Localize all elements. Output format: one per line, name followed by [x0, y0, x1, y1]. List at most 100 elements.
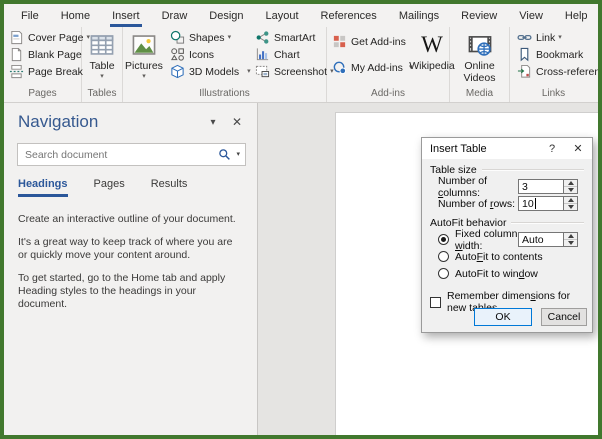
menu-tab-help[interactable]: Help [554, 4, 598, 27]
my-add-ins-icon [332, 60, 347, 75]
pictures-label: Pictures [125, 60, 163, 72]
pane-options-chevron-icon[interactable]: ▾ [201, 117, 225, 128]
blank-page-icon [9, 47, 24, 62]
tab-pages[interactable]: Pages [94, 178, 125, 197]
3d-models-label: 3D Models [188, 65, 240, 78]
menu-tab-review[interactable]: Review [450, 4, 508, 27]
smartart-icon [255, 30, 270, 45]
menu-tab-layout[interactable]: Layout [255, 4, 310, 27]
pictures-button[interactable]: Pictures ▾ [123, 29, 165, 88]
dialog-close-button[interactable]: ✕ [564, 142, 592, 155]
page-break-icon [9, 64, 24, 79]
chevron-down-icon: ▾ [142, 73, 146, 80]
tab-headings[interactable]: Headings [18, 178, 68, 197]
3d-models-icon [170, 64, 185, 79]
wikipedia-icon: W [421, 32, 443, 57]
pane-close-icon[interactable]: ✕ [225, 115, 249, 129]
wikipedia-label: Wikipedia [409, 60, 455, 72]
page-break-label: Page Break [28, 65, 83, 78]
chart-button[interactable]: Chart [253, 46, 329, 63]
search-input[interactable] [23, 147, 219, 162]
fixed-width-input[interactable]: Auto [518, 232, 563, 247]
my-add-ins-label: My Add-ins [351, 61, 403, 74]
my-add-ins-button[interactable]: My Add-ins ▾ [330, 59, 412, 76]
menu-tab-file[interactable]: File [10, 4, 50, 27]
icons-icon [170, 47, 185, 62]
table-button[interactable]: Table ▾ [87, 29, 117, 88]
menu-tab-design[interactable]: Design [198, 4, 254, 27]
table-label: Table [89, 60, 115, 72]
dialog-title-bar[interactable]: Insert Table ? ✕ [422, 138, 592, 159]
icons-label: Icons [188, 48, 215, 61]
blank-page-label: Blank Page [28, 48, 82, 61]
online-videos-label: Online Videos [463, 60, 496, 84]
fixed-width-spin-up-button[interactable] [564, 233, 577, 240]
remember-dimensions-option[interactable]: Remember dimensions for new tables [430, 290, 584, 314]
bookmark-button[interactable]: Bookmark [515, 46, 598, 63]
3d-models-button[interactable]: 3D Models ▾ [168, 63, 251, 80]
cross-reference-button[interactable]: Cross-reference [515, 63, 598, 80]
navigation-pane: Navigation ▾ ✕ ▾ Headings Pages Results … [4, 103, 258, 435]
blank-page-button[interactable]: Blank Page [7, 46, 92, 63]
fixed-width-option[interactable]: Fixed column width: Auto [438, 228, 578, 252]
search-icon [218, 148, 231, 161]
fixed-width-spin-down-button[interactable] [564, 240, 577, 246]
fixed-width-spinner: Auto [518, 232, 578, 247]
fixed-width-label: Fixed column width: [455, 227, 518, 252]
menu-tab-mailings[interactable]: Mailings [388, 4, 450, 27]
wikipedia-button[interactable]: W Wikipedia [408, 29, 456, 88]
autofit-contents-label: AutoFit to contents [455, 250, 543, 263]
search-box: ▾ [17, 143, 246, 166]
rows-spin-down-button[interactable] [564, 204, 577, 210]
menu-tab-home[interactable]: Home [50, 4, 101, 27]
ribbon-group-tables: Table ▾ Tables [82, 27, 123, 102]
text-caret [534, 198, 536, 209]
chevron-down-icon: ▾ [100, 73, 104, 80]
ribbon-group-add-ins: Get Add-ins My Add-ins ▾ W Wikipedia Add… [327, 27, 455, 102]
insert-table-dialog: Insert Table ? ✕ Table size Number of co… [421, 137, 593, 333]
smartart-button[interactable]: SmartArt [253, 29, 329, 46]
autofit-contents-option[interactable]: AutoFit to contents [438, 248, 578, 265]
columns-spin-down-button[interactable] [564, 187, 577, 193]
screenshot-label: Screenshot [273, 65, 328, 78]
dialog-help-button[interactable]: ? [540, 143, 564, 155]
rows-spin-up-button[interactable] [564, 197, 577, 204]
cancel-button[interactable]: Cancel [541, 308, 587, 326]
bookmark-label: Bookmark [536, 48, 584, 61]
page-break-button[interactable]: Page Break [7, 63, 92, 80]
columns-spinner: 3 [518, 179, 578, 194]
document-area: Insert Table ? ✕ Table size Number of co… [258, 103, 598, 435]
autofit-window-radio[interactable] [438, 268, 449, 279]
ok-button[interactable]: OK [474, 308, 532, 326]
tab-results[interactable]: Results [151, 178, 188, 197]
screenshot-button[interactable]: Screenshot ▾ [253, 63, 334, 80]
chevron-down-icon: ▾ [558, 34, 562, 41]
word-window: File Home Insert Draw Design Layout Refe… [0, 0, 602, 439]
fixed-width-radio[interactable] [438, 234, 449, 245]
ribbon-group-pages: Cover Page ▾ Blank Page Page Break Pages [4, 27, 90, 102]
menu-tab-draw[interactable]: Draw [151, 4, 199, 27]
menu-tab-view[interactable]: View [508, 4, 554, 27]
rows-input[interactable]: 10 [518, 196, 563, 211]
remember-dimensions-checkbox[interactable] [430, 296, 441, 308]
chart-label: Chart [273, 48, 300, 61]
menu-tab-references[interactable]: References [310, 4, 388, 27]
menu-tab-insert[interactable]: Insert [101, 4, 151, 27]
search-button[interactable]: ▾ [218, 148, 240, 161]
pictures-icon [131, 32, 157, 58]
autofit-window-option[interactable]: AutoFit to window [438, 265, 578, 282]
shapes-icon [170, 30, 185, 45]
online-videos-button[interactable]: Online Videos [454, 29, 506, 88]
autofit-contents-radio[interactable] [438, 251, 449, 262]
icons-button[interactable]: Icons [168, 46, 250, 63]
bookmark-icon [517, 47, 532, 62]
link-button[interactable]: Link ▾ [515, 29, 598, 46]
cross-reference-icon [517, 64, 532, 79]
get-add-ins-button[interactable]: Get Add-ins [330, 33, 408, 50]
cover-page-button[interactable]: Cover Page ▾ [7, 29, 92, 46]
navigation-pane-title: Navigation [18, 112, 99, 131]
shapes-button[interactable]: Shapes ▾ [168, 29, 250, 46]
columns-input[interactable]: 3 [518, 179, 563, 194]
columns-spin-up-button[interactable] [564, 180, 577, 187]
help-paragraph: It's a great way to keep track of where … [18, 236, 233, 261]
